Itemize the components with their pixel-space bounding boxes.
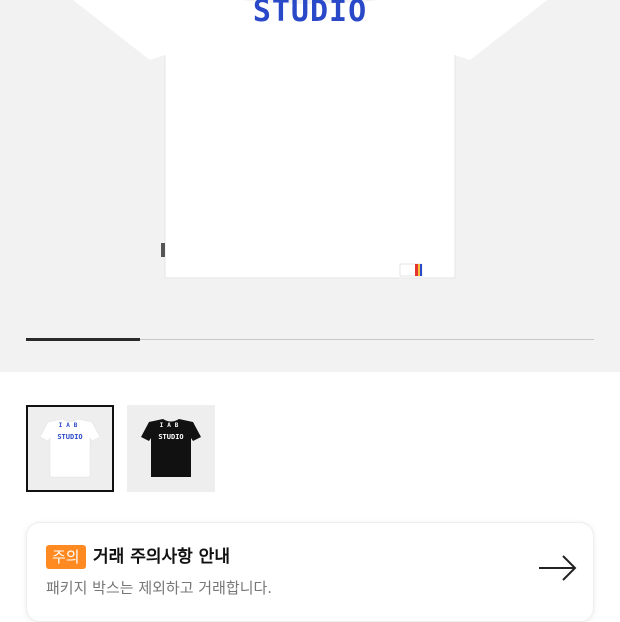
thumbnail-logo: STUDIO	[158, 433, 184, 441]
arrow-right-icon[interactable]	[537, 553, 579, 583]
notice-subtitle: 패키지 박스는 제외하고 거래합니다.	[46, 579, 273, 597]
white-tshirt-thumbnail-image	[39, 418, 101, 478]
thumbnail-black-tshirt[interactable]: IAB STUDIO	[127, 405, 215, 492]
product-image-gallery[interactable]: STUDIO	[0, 0, 620, 372]
tshirt-image	[72, 0, 548, 279]
thumbnail-white-tshirt[interactable]: IAB STUDIO	[26, 405, 114, 492]
thumbnail-logo-top: IAB	[58, 422, 82, 429]
hero-logo-text: STUDIO	[252, 0, 368, 29]
notice-badge: 주의	[46, 545, 86, 569]
thumbnail-logo-top: IAB	[159, 422, 183, 429]
black-tshirt-thumbnail-image	[141, 419, 201, 477]
thumbnail-logo: STUDIO	[57, 433, 83, 441]
trade-notice-card[interactable]: 주의 거래 주의사항 안내 패키지 박스는 제외하고 거래합니다.	[26, 522, 594, 622]
gallery-scroll-thumb[interactable]	[26, 338, 140, 341]
notice-title: 거래 주의사항 안내	[93, 547, 230, 567]
